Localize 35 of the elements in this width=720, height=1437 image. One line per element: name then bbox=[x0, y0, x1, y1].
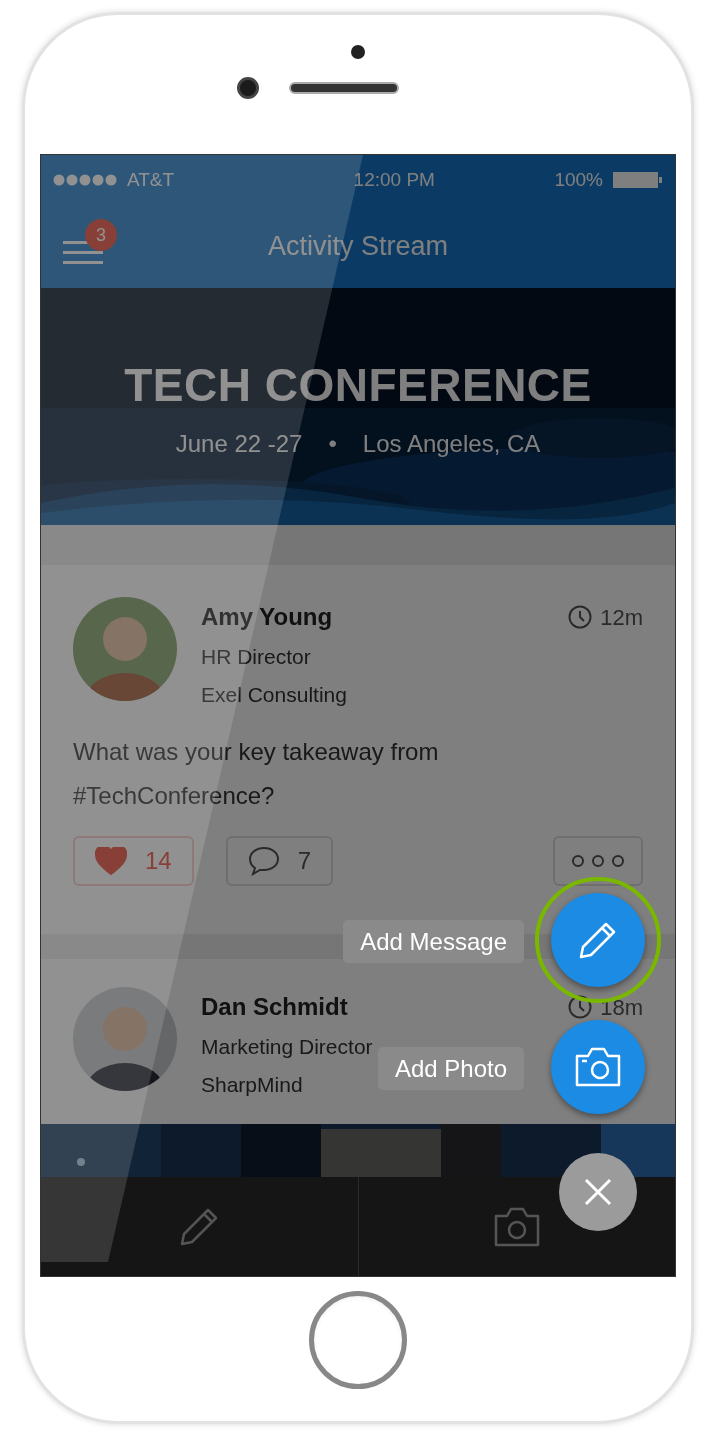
camera-icon[interactable] bbox=[492, 1205, 541, 1248]
carrier-name: AT&T bbox=[127, 167, 175, 192]
author-role: Marketing Director bbox=[201, 1034, 373, 1060]
like-button[interactable]: 14 bbox=[73, 836, 194, 886]
battery-percent: 100% bbox=[554, 167, 603, 192]
notification-badge: 3 bbox=[85, 219, 117, 251]
event-location: Los Angeles, CA bbox=[362, 429, 541, 459]
post-text: What was your key takeaway from #TechConference? bbox=[73, 737, 440, 811]
signal-icon bbox=[53, 174, 119, 186]
battery-icon bbox=[613, 171, 663, 189]
author-company: Exel Consulting bbox=[201, 681, 347, 708]
front-camera bbox=[237, 77, 259, 99]
action-label: Add Message bbox=[343, 920, 524, 963]
pencil-icon bbox=[578, 920, 618, 960]
clock-icon bbox=[568, 605, 593, 629]
event-dates: June 22 -27 bbox=[175, 429, 303, 459]
author-name: Dan Schmidt bbox=[201, 992, 348, 1022]
more-button[interactable] bbox=[553, 836, 643, 886]
close-icon bbox=[584, 1178, 612, 1206]
author-company: SharpMind bbox=[201, 1071, 303, 1098]
banner-title: TECH CONFERENCE bbox=[124, 358, 592, 413]
separator-dot: • bbox=[328, 429, 337, 459]
screen-title: Activity Stream bbox=[267, 230, 448, 264]
author-name: Amy Young bbox=[201, 602, 333, 632]
post-time: 12m bbox=[600, 603, 643, 632]
more-icon bbox=[571, 854, 625, 868]
post-time: 18m bbox=[600, 993, 643, 1022]
comment-button[interactable]: 7 bbox=[225, 836, 334, 886]
heart-icon bbox=[95, 847, 127, 875]
clock-icon bbox=[568, 995, 593, 1019]
camera-icon bbox=[575, 1047, 621, 1087]
action-label: Add Photo bbox=[377, 1047, 524, 1090]
speech-bubble-icon bbox=[247, 846, 280, 876]
status-time: 12:00 PM bbox=[353, 167, 435, 192]
author-role: HR Director bbox=[201, 644, 311, 670]
